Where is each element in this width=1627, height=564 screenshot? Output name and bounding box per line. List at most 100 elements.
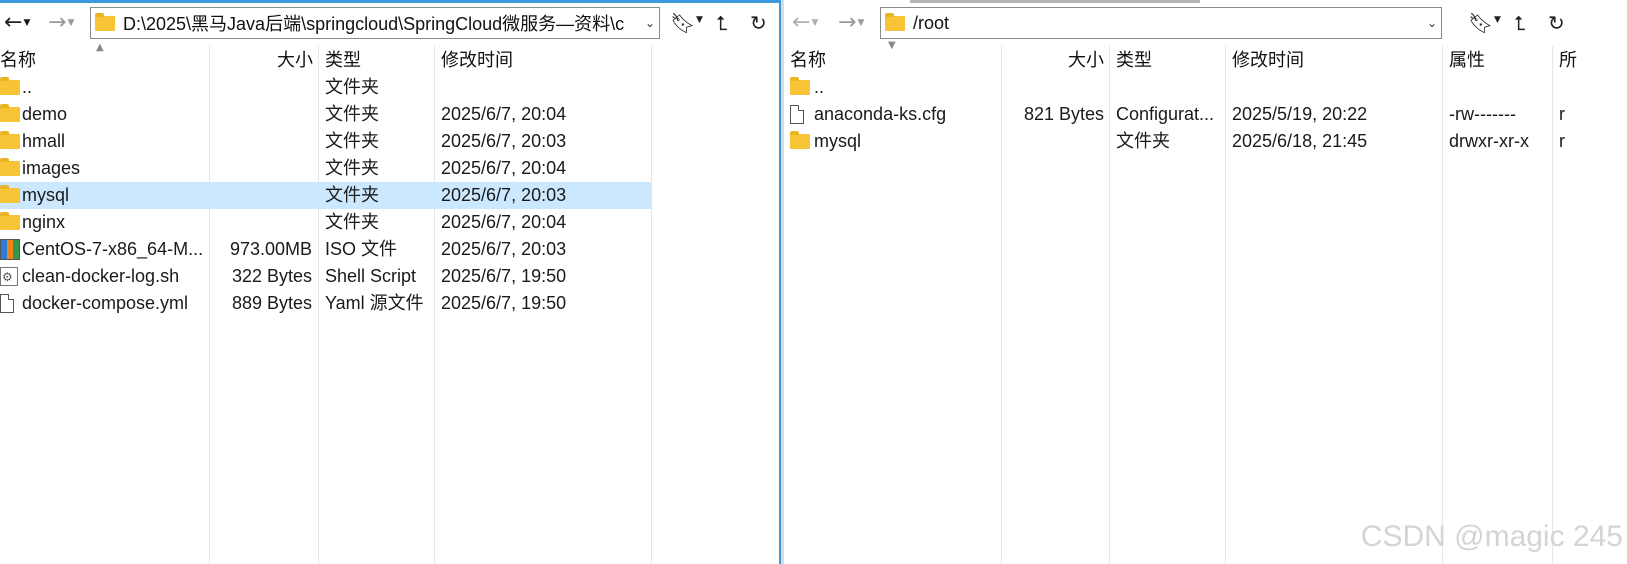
chevron-down-icon[interactable]: ⌄ — [641, 16, 659, 30]
file-type: ISO 文件 — [325, 239, 398, 259]
file-name: hmall — [22, 131, 66, 151]
parent-folder-icon[interactable]: ⮤ — [1514, 11, 1526, 35]
chevron-down-icon: ▼ — [23, 18, 31, 28]
arrow-left-icon: ← — [792, 10, 811, 35]
file-modified: 2025/5/19, 20:22 — [1232, 104, 1368, 124]
file-row[interactable]: anaconda-ks.cfg 821 Bytes Configurat... 202… — [784, 101, 1627, 128]
back-button[interactable]: ← ▼ — [792, 11, 818, 35]
file-owner: r — [1559, 131, 1565, 151]
file-modified: 2025/6/18, 21:45 — [1232, 131, 1368, 151]
chevron-down-icon[interactable]: ▼ — [696, 15, 703, 25]
folder-icon — [0, 77, 20, 95]
file-size — [1002, 128, 1104, 155]
column-header-size[interactable]: 大小 — [1002, 46, 1104, 74]
folder-icon — [0, 131, 20, 149]
file-name: .. — [814, 77, 825, 97]
file-type: Yaml 源文件 — [325, 293, 424, 313]
file-size — [210, 182, 312, 209]
column-header-modified[interactable]: 修改时间 — [441, 46, 513, 74]
column-header-name[interactable]: 名称 — [790, 46, 826, 74]
file-size — [210, 101, 312, 128]
file-modified: 2025/6/7, 19:50 — [441, 293, 567, 313]
file-modified: 2025/6/7, 20:04 — [441, 158, 567, 178]
local-toolbar: ← ▼ → ▼ D:\2025\黑马Java后端\springcloud\Sprin… — [0, 3, 779, 43]
file-row[interactable]: hmall 文件夹 2025/6/7, 20:03 — [0, 128, 651, 155]
file-size: 973.00MB — [229, 239, 312, 259]
file-modified: 2025/6/7, 20:03 — [441, 239, 567, 259]
forward-button[interactable]: → ▼ — [838, 11, 864, 35]
parent-folder-icon[interactable]: ⮤ — [716, 11, 728, 35]
address-bar[interactable]: /root ⌄ — [880, 7, 1442, 39]
arrow-right-icon: → — [838, 10, 857, 35]
local-file-list: ▲ 名称 大小 类型 修改时间 .. 文件夹 demo 文件夹 2025/6/7, 20… — [0, 42, 779, 564]
file-modified — [1232, 74, 1440, 101]
file-modified — [441, 74, 649, 101]
folder-icon — [95, 13, 117, 32]
remote-file-list: ▼ 名称 大小 类型 修改时间 属性 所 .. anaconda-ks.cfg 82… — [784, 40, 1627, 564]
back-button[interactable]: ← ▼ — [4, 11, 30, 35]
file-row[interactable]: docker-compose.yml 889 Bytes Yaml 源文件 2025/… — [0, 290, 651, 317]
file-type — [1116, 74, 1224, 101]
chevron-down-icon: ▼ — [811, 18, 819, 28]
file-row[interactable]: .. 文件夹 — [0, 74, 651, 101]
column-header-name[interactable]: 名称 — [0, 46, 36, 74]
column-header-type[interactable]: 类型 — [1116, 46, 1152, 74]
folder-icon — [790, 77, 810, 95]
file-row[interactable]: demo 文件夹 2025/6/7, 20:04 — [0, 101, 651, 128]
bookmark-icon[interactable]: 🔖︎ — [670, 11, 695, 35]
column-header-modified[interactable]: 修改时间 — [1232, 46, 1304, 74]
file-row[interactable]: .. — [784, 74, 1627, 101]
sort-indicator-icon: ▼ — [888, 40, 896, 51]
file-permissions: drwxr-xr-x — [1449, 131, 1529, 151]
address-path: /root — [913, 12, 950, 33]
chevron-down-icon[interactable]: ▼ — [1494, 15, 1501, 25]
file-modified: 2025/6/7, 19:50 — [441, 266, 567, 286]
file-row[interactable]: clean-docker-log.sh 322 Bytes Shell Script… — [0, 263, 651, 291]
column-header-owner[interactable]: 所 — [1559, 46, 1577, 74]
file-row[interactable]: mysql 文件夹 2025/6/18, 21:45 drwxr-xr-x r — [784, 128, 1627, 155]
file-modified: 2025/6/7, 20:03 — [441, 185, 567, 205]
folder-icon — [790, 131, 810, 149]
file-modified: 2025/6/7, 20:03 — [441, 131, 567, 151]
file-icon — [790, 105, 804, 124]
remote-toolbar: ← ▼ → ▼ /root ⌄ 🔖︎ ▼ ⮤ ↻ — [784, 3, 1627, 43]
arrow-right-icon: → — [48, 10, 67, 35]
forward-button[interactable]: → ▼ — [48, 11, 74, 35]
column-header-permissions[interactable]: 属性 — [1449, 46, 1485, 74]
folder-icon — [885, 13, 907, 32]
file-name: mysql — [814, 131, 862, 151]
file-row[interactable]: CentOS-7-x86_64-M... 973.00MB ISO 文件 2025/6… — [0, 236, 651, 263]
local-pane: ← ▼ → ▼ D:\2025\黑马Java后端\springcloud\Sprin… — [0, 0, 779, 564]
file-name: anaconda-ks.cfg — [814, 104, 947, 124]
refresh-icon[interactable]: ↻ — [1548, 11, 1565, 35]
file-name: CentOS-7-x86_64-M... — [22, 239, 204, 259]
file-type: 文件夹 — [325, 77, 379, 97]
file-name: mysql — [22, 185, 70, 205]
folder-icon — [0, 185, 20, 203]
file-size: 889 Bytes — [231, 293, 312, 313]
file-name: .. — [22, 77, 33, 97]
iso-file-icon — [0, 239, 20, 260]
file-type: 文件夹 — [325, 185, 379, 205]
file-modified: 2025/6/7, 20:04 — [441, 212, 567, 232]
column-header-type[interactable]: 类型 — [325, 46, 361, 74]
address-bar[interactable]: D:\2025\黑马Java后端\springcloud\SpringCloud… — [90, 7, 660, 39]
column-header-size[interactable]: 大小 — [210, 46, 313, 74]
file-row[interactable]: mysql 文件夹 2025/6/7, 20:03 — [0, 182, 651, 209]
refresh-icon[interactable]: ↻ — [750, 11, 767, 35]
file-type: 文件夹 — [325, 212, 379, 232]
file-size — [1002, 74, 1104, 101]
file-type: 文件夹 — [325, 158, 379, 178]
bookmark-icon[interactable]: 🔖︎ — [1468, 11, 1493, 35]
sort-ascending-icon: ▲ — [96, 42, 104, 53]
folder-icon — [0, 212, 20, 230]
folder-icon — [0, 104, 20, 122]
file-row[interactable]: images 文件夹 2025/6/7, 20:04 — [0, 155, 651, 182]
file-name: images — [22, 158, 81, 178]
chevron-down-icon: ▼ — [857, 18, 865, 28]
chevron-down-icon[interactable]: ⌄ — [1423, 16, 1441, 30]
file-permissions: -rw------- — [1449, 104, 1516, 124]
arrow-left-icon: ← — [4, 10, 23, 35]
file-name: demo — [22, 104, 68, 124]
file-row[interactable]: nginx 文件夹 2025/6/7, 20:04 — [0, 209, 651, 236]
